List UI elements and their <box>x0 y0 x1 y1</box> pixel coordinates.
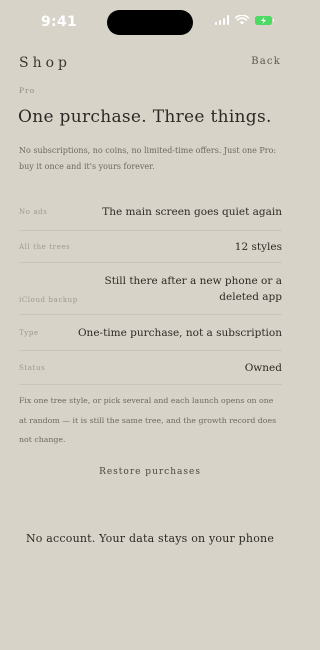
status-bar: 9:41 <box>0 0 300 44</box>
page-title: Shop <box>19 55 71 71</box>
tree-style-note: Fix one tree style, or pick several and … <box>19 396 277 444</box>
row-label: iCloud backup <box>19 296 78 304</box>
row-value: 12 styles <box>234 240 282 253</box>
privacy-note: No account. Your data stays on your phon… <box>25 532 275 545</box>
row-label: No ads <box>19 207 48 216</box>
headline: One purchase. Three things. <box>18 107 272 127</box>
row-label: All the trees <box>19 242 71 251</box>
section-eyebrow: Pro <box>19 86 36 95</box>
feature-row-status: Status Owned <box>19 351 282 385</box>
row-label: Status <box>19 363 46 372</box>
feature-row-icloud: iCloud backup Still there after a new ph… <box>19 263 282 315</box>
wifi-icon <box>235 15 249 25</box>
feature-list: No ads The main screen goes quiet again … <box>19 193 282 385</box>
feature-row-no-ads: No ads The main screen goes quiet again <box>19 193 282 231</box>
status-time: 9:41 <box>41 14 78 30</box>
status-icons <box>214 15 274 25</box>
row-value: Still there after a new phone or a delet… <box>104 274 283 303</box>
battery-charging-icon <box>255 15 274 25</box>
row-value: One-time purchase, not a subscription <box>77 326 282 339</box>
dynamic-island <box>107 10 193 35</box>
feature-row-trees: All the trees 12 styles <box>19 231 282 263</box>
row-value: The main screen goes quiet again <box>102 205 282 218</box>
status-value: Owned <box>244 361 282 374</box>
row-label: Type <box>19 328 39 337</box>
intro-text: No subscriptions, no coins, no limited-t… <box>19 146 277 171</box>
back-button[interactable]: Back <box>251 56 281 67</box>
cellular-signal-icon <box>214 15 229 25</box>
restore-purchases-button[interactable]: Restore purchases <box>0 467 300 477</box>
feature-row-type: Type One-time purchase, not a subscripti… <box>19 315 282 351</box>
